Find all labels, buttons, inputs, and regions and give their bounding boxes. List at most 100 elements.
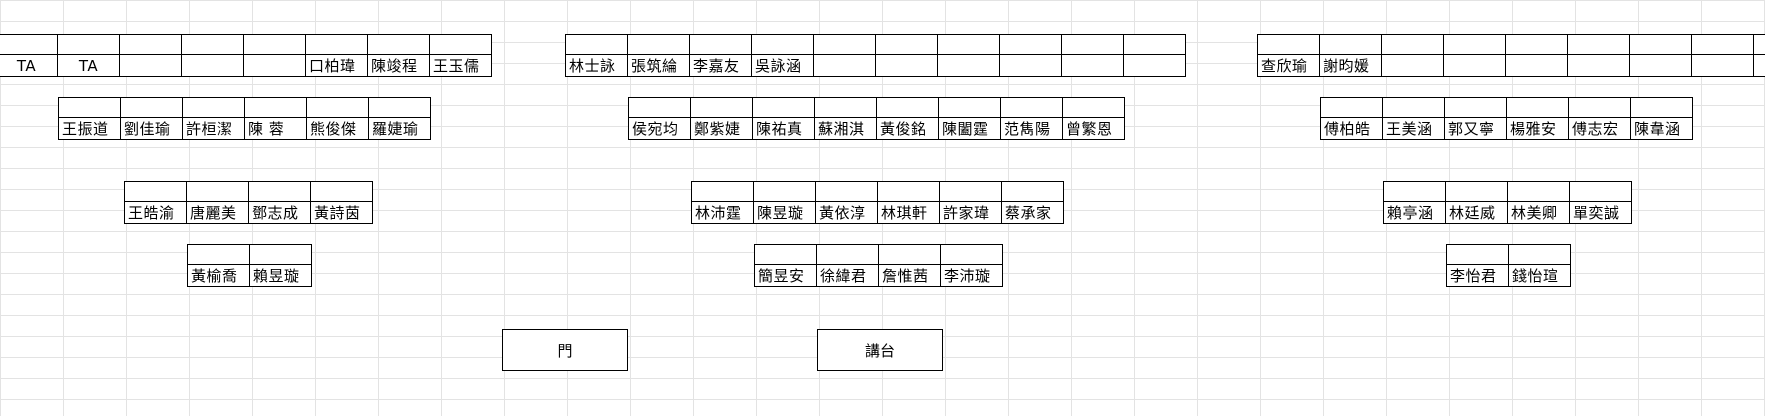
door-box: 門 (502, 329, 628, 371)
seat-name-cell (181, 54, 244, 77)
seat-name-cell: 張筑綸 (627, 54, 690, 77)
seat-name-cell: TA (0, 54, 58, 77)
seat-name-cell: 王美涵 (1382, 117, 1445, 140)
seat-header-cell (1507, 181, 1570, 203)
seat-header-cell (752, 97, 815, 119)
seat-name-cell (875, 54, 938, 77)
seat-name-cell: 林廷威 (1445, 201, 1508, 224)
seat-name-cell (813, 54, 876, 77)
seat-header-cell (751, 34, 814, 56)
seat-header-cell (1691, 34, 1754, 56)
podium-label: 講台 (864, 341, 895, 360)
seat-name-cell: 許桓潔 (182, 117, 245, 140)
seat-name-cell: 楊雅安 (1506, 117, 1569, 140)
seat-name-cell: 林琪軒 (877, 201, 940, 224)
seat-header-cell (938, 97, 1001, 119)
seat-name-cell: 鄧志成 (248, 201, 311, 224)
seat-header-cell (1062, 97, 1125, 119)
seat-name-cell: 曾繁恩 (1062, 117, 1125, 140)
seat-header-cell (306, 97, 369, 119)
seat-header-cell (244, 97, 307, 119)
seat-header-cell (429, 34, 492, 56)
seat-name-cell (1505, 54, 1568, 77)
seat-header-cell (1569, 181, 1632, 203)
seat-header-cell (1320, 97, 1383, 119)
seat-header-cell (1508, 244, 1571, 266)
seat-name-cell: 范雋陽 (1000, 117, 1063, 140)
seat-header-cell (1381, 34, 1444, 56)
seat-name-cell: 黃榆喬 (187, 264, 250, 287)
seat-header-cell (813, 34, 876, 56)
seat-header-cell (1382, 97, 1445, 119)
seat-header-cell (627, 34, 690, 56)
seat-name-cell: 王振道 (58, 117, 121, 140)
door-label: 門 (557, 341, 573, 360)
seat-name-cell: 李怡君 (1446, 264, 1509, 287)
seat-header-cell (186, 181, 249, 203)
seat-name-cell: 李嘉友 (689, 54, 752, 77)
seat-header-cell (628, 97, 691, 119)
seat-name-cell: TA (57, 54, 120, 77)
seat-header-cell (1629, 34, 1692, 56)
seat-header-cell (875, 34, 938, 56)
seat-header-cell (689, 34, 752, 56)
seat-name-cell: 李沛璇 (940, 264, 1003, 287)
seat-name-cell: 口柏瑋 (305, 54, 368, 77)
seat-name-cell: 侯宛均 (628, 117, 691, 140)
seat-header-cell (999, 34, 1062, 56)
seat-name-cell: 黃俊銘 (876, 117, 939, 140)
seat-name-cell: 林沛霆 (691, 201, 754, 224)
seat-name-cell: 劉佳瑜 (120, 117, 183, 140)
seat-name-cell: 陳韋涵 (1630, 117, 1693, 140)
seat-header-cell (182, 97, 245, 119)
seat-header-cell (940, 244, 1003, 266)
seat-header-cell (876, 97, 939, 119)
seat-name-cell: 蘇湘淇 (814, 117, 877, 140)
seat-name-cell (1629, 54, 1692, 77)
seat-header-cell (691, 181, 754, 203)
seat-header-cell (1753, 34, 1765, 56)
seat-header-cell (367, 34, 430, 56)
seat-name-cell: 唐麗美 (186, 201, 249, 224)
seat-name-cell: 陳闔霆 (938, 117, 1001, 140)
seat-header-cell (816, 244, 879, 266)
seat-name-cell: 陳昱璇 (753, 201, 816, 224)
seat-header-cell (939, 181, 1002, 203)
seat-name-cell: 賴昱璇 (249, 264, 312, 287)
seat-header-cell (187, 244, 250, 266)
seat-name-cell: 謝昀媛 (1319, 54, 1382, 77)
seat-header-cell (565, 34, 628, 56)
seat-name-cell: 賴亭涵 (1383, 201, 1446, 224)
seat-header-cell (57, 34, 120, 56)
podium-box: 講台 (817, 329, 943, 371)
seat-header-cell (815, 181, 878, 203)
seat-header-cell (1446, 244, 1509, 266)
seat-header-cell (1123, 34, 1186, 56)
seat-name-cell: 簡昱安 (754, 264, 817, 287)
seat-header-cell (690, 97, 753, 119)
seat-name-cell (1061, 54, 1124, 77)
seat-header-cell (878, 244, 941, 266)
seat-name-cell (1691, 54, 1754, 77)
seat-header-cell (877, 181, 940, 203)
seat-header-cell (1383, 181, 1446, 203)
seat-name-cell (1123, 54, 1186, 77)
seat-header-cell (119, 34, 182, 56)
seat-name-cell: 羅婕瑜 (368, 117, 431, 140)
seat-name-cell: 黃詩茵 (310, 201, 373, 224)
seat-header-cell (937, 34, 1000, 56)
seat-header-cell (1061, 34, 1124, 56)
seat-header-cell (753, 181, 816, 203)
seat-name-cell: 陳 蓉 (244, 117, 307, 140)
seat-name-cell: 郭又寧 (1444, 117, 1507, 140)
seat-name-cell (1381, 54, 1444, 77)
seat-name-cell: 熊俊傑 (306, 117, 369, 140)
seat-header-cell (1506, 97, 1569, 119)
seat-name-cell (1443, 54, 1506, 77)
seat-header-cell (1257, 34, 1320, 56)
seat-name-cell: 黃依淳 (815, 201, 878, 224)
seat-header-cell (181, 34, 244, 56)
seat-name-cell: 徐緯君 (816, 264, 879, 287)
seat-name-cell (937, 54, 1000, 77)
seat-name-cell (999, 54, 1062, 77)
